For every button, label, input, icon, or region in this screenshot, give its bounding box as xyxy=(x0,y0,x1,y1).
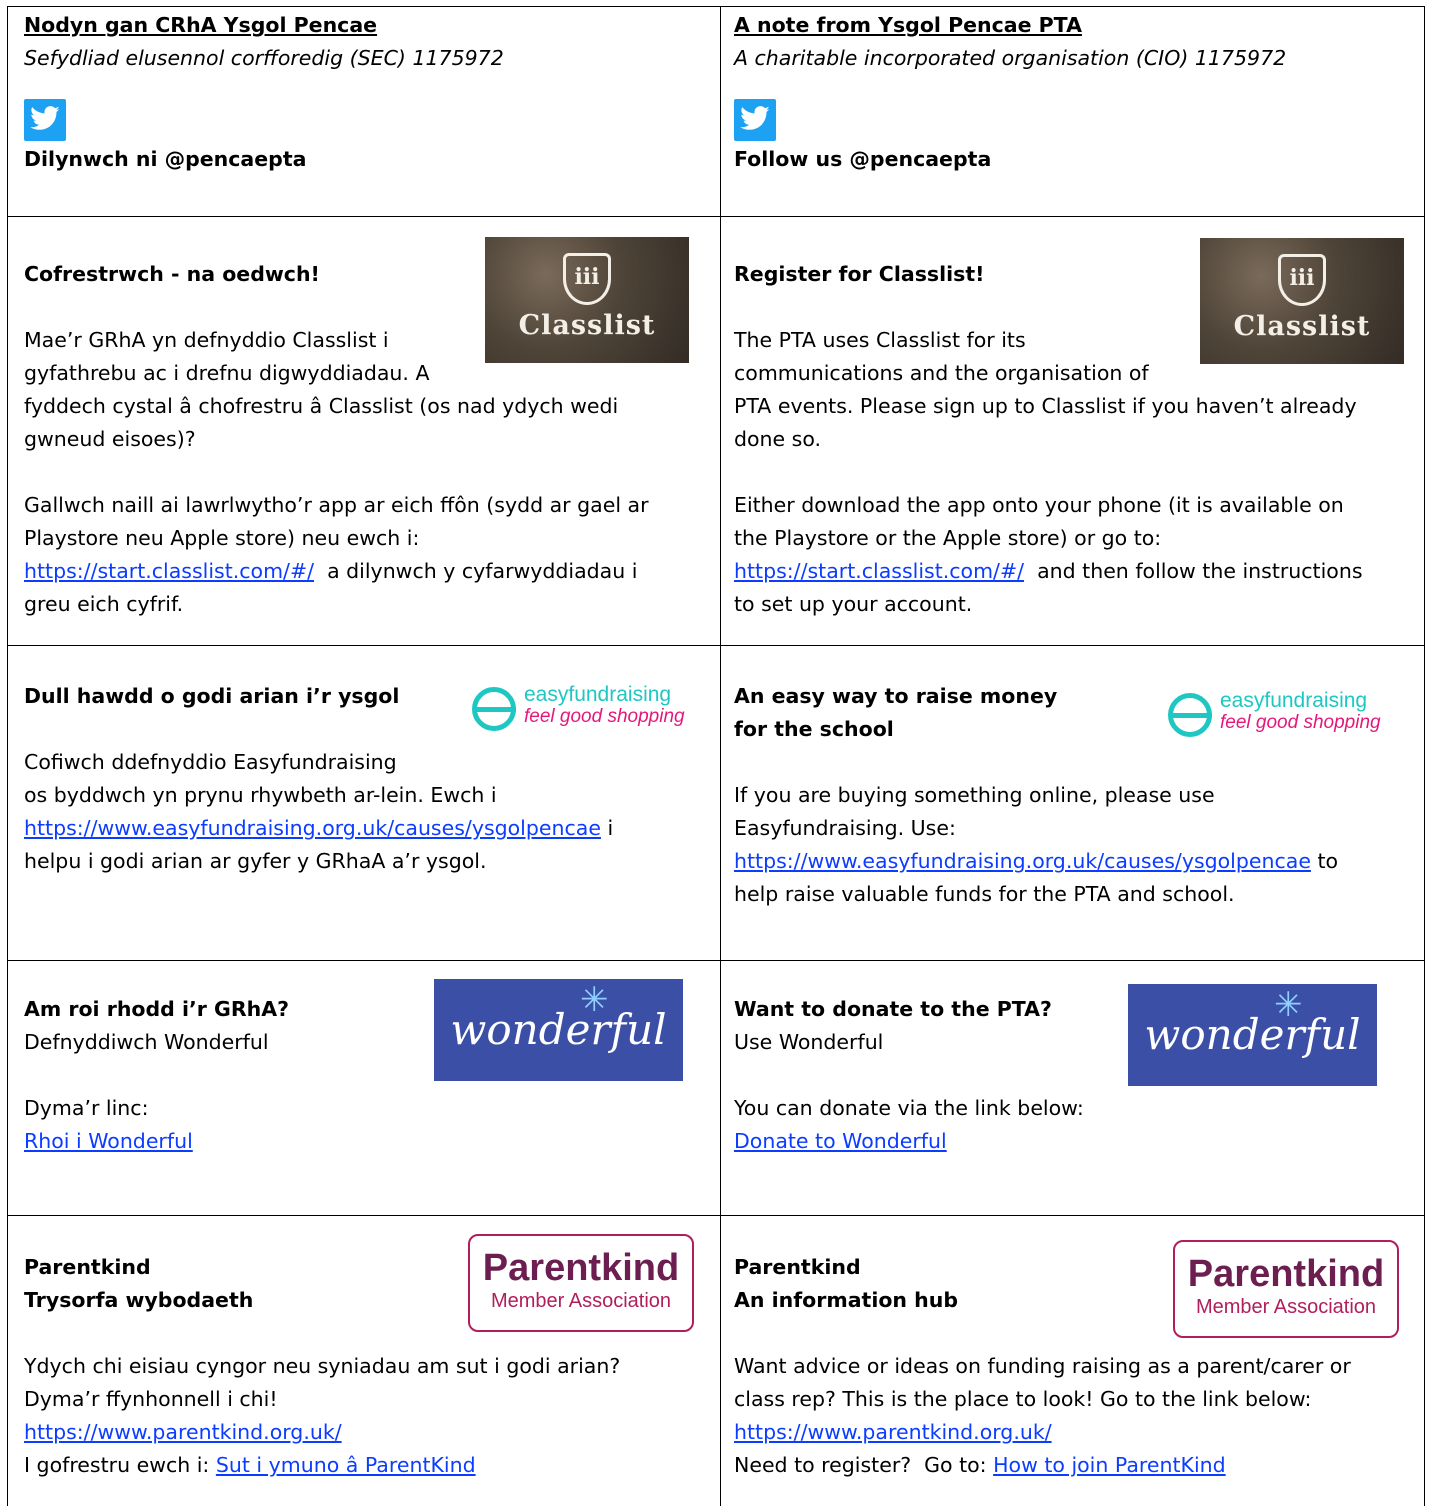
section-heading: An easy way to raise money xyxy=(734,684,1058,708)
section-heading: Dull hawdd o godi arian i’r ysgol xyxy=(24,684,400,708)
row-divider-1 xyxy=(7,216,1425,217)
wonderful-cell-welsh: Am roi rhodd i’r GRhA? Defnyddiwch Wonde… xyxy=(24,993,714,1158)
section-heading: Am roi rhodd i’r GRhA? xyxy=(24,997,290,1021)
body-text: to xyxy=(1310,849,1339,873)
body-line: https://www.parentkind.org.uk/ xyxy=(734,1416,1420,1449)
body-line: Rhoi i Wonderful xyxy=(24,1125,714,1158)
body-line: Mae’r GRhA yn defnyddio Classlist i xyxy=(24,328,389,352)
classlist-link[interactable]: https://start.classlist.com/#/ xyxy=(24,559,314,583)
body-line: gyfathrebu ac i drefnu digwyddiadau. A xyxy=(24,361,430,385)
header-cell-welsh: Nodyn gan CRhA Ysgol Pencae Sefydliad el… xyxy=(24,9,714,176)
row-divider-4 xyxy=(7,1215,1425,1216)
header-cell-english: A note from Ysgol Pencae PTA A charitabl… xyxy=(734,9,1420,176)
row-divider-3 xyxy=(7,960,1425,961)
body-line: greu eich cyfrif. xyxy=(24,592,184,616)
body-text: and then follow the instructions xyxy=(1024,559,1363,583)
body-line: If you are buying something online, plea… xyxy=(734,783,1215,807)
table-border-right xyxy=(1424,6,1425,1506)
easyfundraising-link[interactable]: https://www.easyfundraising.org.uk/cause… xyxy=(24,816,601,840)
parentkind-cell-english: Parentkind An information hub Want advic… xyxy=(734,1251,1420,1482)
wonderful-donate-link[interactable]: Donate to Wonderful xyxy=(734,1129,947,1153)
parentkind-cell-welsh: Parentkind Trysorfa wybodaeth Ydych chi … xyxy=(24,1251,714,1482)
section-heading: for the school xyxy=(734,717,894,741)
body-line: Defnyddiwch Wonderful xyxy=(24,1030,269,1054)
section-heading: Want to donate to the PTA? xyxy=(734,997,1052,1021)
table-border-top xyxy=(7,6,1425,7)
body-line: https://www.easyfundraising.org.uk/cause… xyxy=(24,812,714,845)
body-line: helpu i godi arian ar gyfer y GRhaA a’r … xyxy=(24,849,487,873)
parentkind-join-link[interactable]: Sut i ymuno â ParentKind xyxy=(216,1453,476,1477)
body-text: a dilynwch y cyfarwyddiadau i xyxy=(314,559,638,583)
header-title: Nodyn gan CRhA Ysgol Pencae xyxy=(24,13,378,37)
parentkind-link[interactable]: https://www.parentkind.org.uk/ xyxy=(24,1420,342,1444)
body-line: the Playstore or the Apple store) or go … xyxy=(734,526,1162,550)
section-heading: Register for Classlist! xyxy=(734,262,985,286)
twitter-icon[interactable] xyxy=(734,99,776,141)
body-line: to set up your account. xyxy=(734,592,973,616)
body-line: https://www.easyfundraising.org.uk/cause… xyxy=(734,845,1420,878)
follow-handle: Follow us @pencaepta xyxy=(734,147,992,171)
header-subtitle: Sefydliad elusennol corfforedig (SEC) 11… xyxy=(24,46,504,70)
body-line: gwneud eisoes)? xyxy=(24,427,196,451)
header-title: A note from Ysgol Pencae PTA xyxy=(734,13,1082,37)
table-border-left xyxy=(7,6,8,1506)
body-line: You can donate via the link below: xyxy=(734,1096,1084,1120)
body-line: The PTA uses Classlist for its xyxy=(734,328,1026,352)
follow-handle: Dilynwch ni @pencaepta xyxy=(24,147,307,171)
body-text: Need to register? Go to: xyxy=(734,1453,994,1477)
section-heading: Trysorfa wybodaeth xyxy=(24,1288,254,1312)
section-heading: Cofrestrwch - na oedwch! xyxy=(24,262,320,286)
easyfundraising-link[interactable]: https://www.easyfundraising.org.uk/cause… xyxy=(734,849,1311,873)
classlist-link[interactable]: https://start.classlist.com/#/ xyxy=(734,559,1024,583)
parentkind-join-link[interactable]: How to join ParentKind xyxy=(993,1453,1226,1477)
header-subtitle: A charitable incorporated organisation (… xyxy=(734,46,1287,70)
body-text: I gofrestru ewch i: xyxy=(24,1453,216,1477)
body-line: Ydych chi eisiau cyngor neu syniadau am … xyxy=(24,1354,621,1378)
section-heading: An information hub xyxy=(734,1288,959,1312)
body-line: https://www.parentkind.org.uk/ xyxy=(24,1416,714,1449)
section-heading: Parentkind xyxy=(734,1255,861,1279)
body-line: Dyma’r ffynhonnell i chi! xyxy=(24,1387,278,1411)
parentkind-link[interactable]: https://www.parentkind.org.uk/ xyxy=(734,1420,1052,1444)
section-heading: Parentkind xyxy=(24,1255,151,1279)
body-line: https://start.classlist.com/#/ and then … xyxy=(734,555,1420,588)
body-line: Playstore neu Apple store) neu ewch i: xyxy=(24,526,420,550)
classlist-cell-welsh: Cofrestrwch - na oedwch! Mae’r GRhA yn d… xyxy=(24,258,714,621)
row-divider-2 xyxy=(7,645,1425,646)
classlist-cell-english: Register for Classlist! The PTA uses Cla… xyxy=(734,258,1420,621)
body-line: help raise valuable funds for the PTA an… xyxy=(734,882,1235,906)
wonderful-donate-link[interactable]: Rhoi i Wonderful xyxy=(24,1129,193,1153)
table-border-middle xyxy=(720,6,721,1506)
body-line: done so. xyxy=(734,427,822,451)
body-line: fyddech cystal â chofrestru â Classlist … xyxy=(24,394,619,418)
body-line: Easyfundraising. Use: xyxy=(734,816,956,840)
body-line: Want advice or ideas on funding raising … xyxy=(734,1354,1351,1378)
twitter-icon[interactable] xyxy=(24,99,66,141)
easyfundraising-cell-english: An easy way to raise money for the schoo… xyxy=(734,680,1420,911)
body-line: Cofiwch ddefnyddio Easyfundraising xyxy=(24,750,397,774)
body-line: Gallwch naill ai lawrlwytho’r app ar eic… xyxy=(24,493,649,517)
body-text: i xyxy=(600,816,614,840)
body-line: PTA events. Please sign up to Classlist … xyxy=(734,394,1357,418)
body-line: Need to register? Go to: How to join Par… xyxy=(734,1449,1420,1482)
body-line: class rep? This is the place to look! Go… xyxy=(734,1387,1312,1411)
body-line: communications and the organisation of xyxy=(734,361,1149,385)
wonderful-cell-english: Want to donate to the PTA? Use Wonderful… xyxy=(734,993,1420,1158)
bilingual-table: Nodyn gan CRhA Ysgol Pencae Sefydliad el… xyxy=(0,0,1432,1506)
easyfundraising-cell-welsh: Dull hawdd o godi arian i’r ysgol Cofiwc… xyxy=(24,680,714,878)
body-line: Either download the app onto your phone … xyxy=(734,493,1344,517)
body-line: Donate to Wonderful xyxy=(734,1125,1420,1158)
body-line: Use Wonderful xyxy=(734,1030,884,1054)
body-line: Dyma’r linc: xyxy=(24,1096,149,1120)
body-line: I gofrestru ewch i: Sut i ymuno â Parent… xyxy=(24,1449,714,1482)
body-line: os byddwch yn prynu rhywbeth ar-lein. Ew… xyxy=(24,783,497,807)
body-line: https://start.classlist.com/#/ a dilynwc… xyxy=(24,555,714,588)
